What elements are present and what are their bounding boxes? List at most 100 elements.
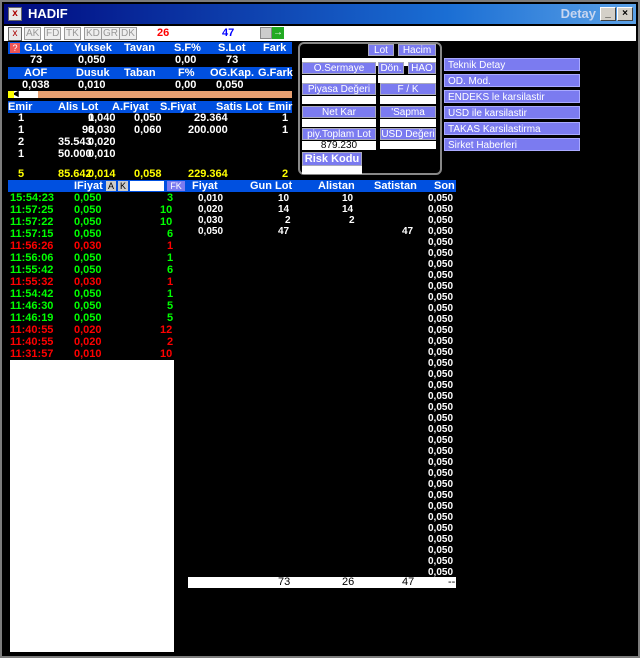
trade-price: 0,050 bbox=[74, 228, 102, 240]
depth-cell: 2 bbox=[18, 136, 25, 148]
don-button[interactable]: Dön. bbox=[378, 62, 404, 74]
tool-gr[interactable]: GR bbox=[101, 27, 120, 40]
link-teknik-detay[interactable]: Teknik Detay bbox=[444, 58, 580, 71]
depth-cell: 35.543 bbox=[58, 136, 92, 148]
trade-time: 11:54:42 bbox=[10, 288, 54, 300]
osermaye-button[interactable]: O.Sermaye bbox=[302, 62, 376, 74]
hao-button[interactable]: HAO bbox=[408, 62, 436, 74]
link-od-mod[interactable]: OD. Mod. bbox=[444, 74, 580, 87]
hacim-button[interactable]: Hacim bbox=[398, 44, 436, 56]
link-endeks[interactable]: ENDEKS le karsilastir bbox=[444, 90, 580, 103]
price-cell: 0,020 bbox=[198, 204, 224, 215]
piyasa-degeri-button[interactable]: Piyasa Değeri bbox=[302, 83, 376, 95]
toolbar-red-number: 26 bbox=[157, 27, 170, 39]
trades-k-button[interactable]: K bbox=[118, 181, 128, 191]
depth-cell: 1 bbox=[282, 112, 289, 124]
trade-price: 0,020 bbox=[74, 324, 102, 336]
toolbar-spin-icon[interactable] bbox=[260, 27, 272, 39]
price-cell: 0,010 bbox=[198, 193, 224, 204]
hdr-yuksek: Yuksek bbox=[74, 42, 112, 54]
sapma-button[interactable]: 'Sapma bbox=[380, 106, 436, 118]
trade-qty: 12 bbox=[160, 324, 173, 336]
trade-time: 11:55:42 bbox=[10, 264, 54, 276]
trades-fk-button[interactable]: FK bbox=[167, 181, 185, 191]
trades-hdr-fiyat: IFiyat bbox=[74, 180, 103, 192]
price-cell: 10 bbox=[278, 193, 290, 204]
usd-degeri-button[interactable]: USD Değeri bbox=[380, 128, 436, 140]
trades-filter-input[interactable] bbox=[130, 181, 164, 191]
depth-cell: 0,030 bbox=[88, 124, 116, 136]
go-arrow-icon[interactable]: → bbox=[272, 27, 284, 39]
hdr-gfark: G.Fark bbox=[258, 67, 293, 79]
price-cell: 10 bbox=[342, 193, 354, 204]
trade-time: 11:46:19 bbox=[10, 312, 54, 324]
son-cell: 0,050 bbox=[428, 281, 454, 292]
trades-empty-area bbox=[10, 360, 174, 652]
lot-button[interactable]: Lot bbox=[368, 44, 394, 56]
fk-button[interactable]: F / K bbox=[380, 83, 436, 95]
tool-tk[interactable]: TK bbox=[64, 27, 81, 40]
trade-qty: 6 bbox=[167, 228, 174, 240]
trade-qty: 10 bbox=[160, 348, 173, 360]
depth-cell: 200.000 bbox=[188, 124, 228, 136]
son-cell: 0,050 bbox=[428, 237, 454, 248]
pt-hdr-fiyat: Fiyat bbox=[192, 180, 218, 192]
hdr-aof: AOF bbox=[24, 67, 48, 79]
son-cell: 0,050 bbox=[428, 314, 454, 325]
hdr-ogkap: OG.Kap. bbox=[210, 67, 255, 79]
piy-toplam-value: 879.230 bbox=[302, 141, 376, 151]
title-bar[interactable]: x HADIF Detay _ × bbox=[4, 4, 636, 24]
link-takas[interactable]: TAKAS Karsilastirma bbox=[444, 122, 580, 135]
son-cell: 0,050 bbox=[428, 391, 454, 402]
close-icon[interactable]: × bbox=[617, 7, 633, 21]
tool-ak[interactable]: AK bbox=[24, 27, 42, 40]
son-cell: 0,050 bbox=[428, 402, 454, 413]
son-cell: 0,050 bbox=[428, 303, 454, 314]
main-window: x HADIF Detay _ × x AK FD TK KD GR DK 26… bbox=[0, 0, 640, 658]
help-icon[interactable]: ? bbox=[10, 43, 20, 53]
trade-price: 0,030 bbox=[74, 240, 102, 252]
trade-qty: 10 bbox=[160, 216, 173, 228]
hdr-taban: Taban bbox=[124, 67, 156, 79]
depth-cell: 1 bbox=[282, 124, 289, 136]
val-slot: 73 bbox=[226, 54, 239, 66]
son-cell: 0,050 bbox=[428, 512, 454, 523]
depth-cell: 1 bbox=[18, 112, 25, 124]
val-yuksek: 0,050 bbox=[78, 54, 106, 66]
piy-toplam-lot-button[interactable]: piy.Toplam Lot bbox=[302, 128, 376, 140]
trade-price: 0,050 bbox=[74, 312, 102, 324]
trade-price: 0,050 bbox=[74, 204, 102, 216]
tool-fd[interactable]: FD bbox=[44, 27, 62, 40]
trade-price: 0,050 bbox=[74, 300, 102, 312]
val-f: 0,00 bbox=[175, 79, 197, 91]
son-cell: 0,050 bbox=[428, 424, 454, 435]
depth-total-cell: 85.642 bbox=[58, 168, 92, 180]
tool-kd[interactable]: KD bbox=[84, 27, 102, 40]
detay-label: Detay bbox=[560, 6, 596, 21]
trade-time: 15:54:23 bbox=[10, 192, 55, 204]
pt-hdr-son: Son bbox=[434, 180, 455, 192]
depth-hdr-sfiyat: S.Fiyat bbox=[160, 101, 197, 113]
net-kar-button[interactable]: Net Kar bbox=[302, 106, 376, 118]
trades-a-button[interactable]: A bbox=[106, 181, 116, 191]
link-usd[interactable]: USD ile karsilastir bbox=[444, 106, 580, 119]
tool-dk[interactable]: DK bbox=[119, 27, 137, 40]
son-cell: 0,050 bbox=[428, 347, 454, 358]
trade-time: 11:40:55 bbox=[10, 324, 54, 336]
price-cell: 14 bbox=[342, 204, 354, 215]
price-cell: 47 bbox=[402, 226, 414, 237]
menu-icon[interactable]: x bbox=[8, 27, 22, 41]
trade-qty: 1 bbox=[167, 276, 174, 288]
netkar-field bbox=[302, 119, 376, 127]
app-icon: x bbox=[8, 7, 22, 21]
hdr-glot: G.Lot bbox=[24, 42, 53, 54]
trade-qty: 10 bbox=[160, 204, 173, 216]
trade-qty: 2 bbox=[167, 336, 174, 348]
depth-cell: 0,040 bbox=[88, 112, 116, 124]
pt-total-gunlot: 73 bbox=[278, 576, 291, 588]
risk-kodu-button[interactable]: Risk Kodu bbox=[302, 152, 362, 166]
link-sirket-haberleri[interactable]: Sirket Haberleri bbox=[444, 138, 580, 151]
minimize-icon[interactable]: _ bbox=[600, 7, 616, 21]
trade-qty: 1 bbox=[167, 288, 174, 300]
depth-cell: 0,020 bbox=[88, 136, 116, 148]
